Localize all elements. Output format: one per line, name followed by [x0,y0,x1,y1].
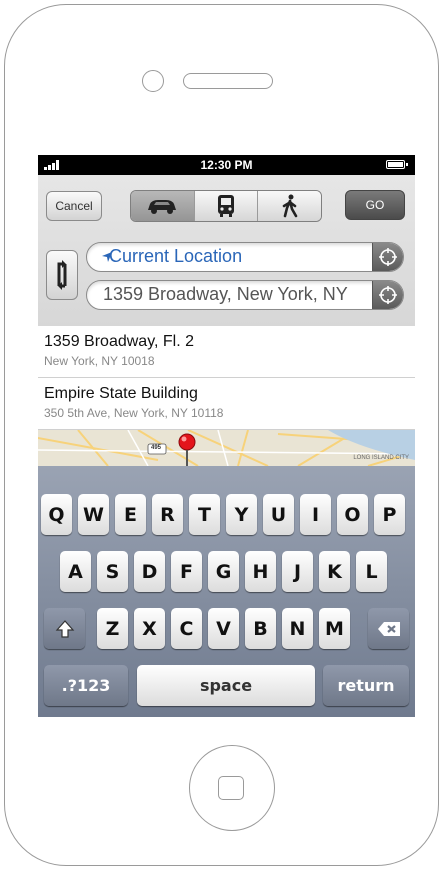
key-f[interactable]: F [171,551,202,592]
map-view[interactable]: 495 LONG ISLAND CITY [38,430,415,466]
status-bar: 12:30 PM [38,155,415,175]
screen: 12:30 PM Cancel GO Current Location 1359… [38,155,415,717]
cancel-button[interactable]: Cancel [46,191,102,221]
key-d[interactable]: D [134,551,165,592]
walk-icon [282,194,297,218]
return-key[interactable]: return [323,665,409,706]
suggestion-title: 1359 Broadway, Fl. 2 [44,333,195,350]
key-j[interactable]: J [282,551,313,592]
start-locate-button[interactable] [372,243,403,271]
map-label: LONG ISLAND CITY [353,455,409,461]
highway-shield: 495 [151,445,162,451]
transport-mode-selector [130,190,322,222]
start-location-field[interactable]: Current Location [86,242,404,272]
end-location-text: 1359 Broadway, New York, NY [103,284,348,304]
go-button[interactable]: GO [345,190,405,220]
crosshair-icon [379,286,397,304]
battery-icon [386,160,408,169]
start-location-text: Current Location [109,246,243,266]
key-e[interactable]: E [115,494,146,535]
key-s[interactable]: S [97,551,128,592]
key-p[interactable]: P [374,494,405,535]
bus-mode-button[interactable] [194,191,259,221]
delete-key[interactable] [368,608,409,649]
route-panel: Cancel GO Current Location 1359 Broadway… [38,175,415,327]
key-u[interactable]: U [263,494,294,535]
key-z[interactable]: Z [97,608,128,649]
swap-icon [57,260,67,290]
suggestion-title: Empire State Building [44,385,198,402]
key-m[interactable]: M [319,608,350,649]
key-a[interactable]: A [60,551,91,592]
speaker [183,73,273,89]
key-r[interactable]: R [152,494,183,535]
shift-key[interactable] [44,608,85,649]
backspace-icon [377,621,400,636]
key-o[interactable]: O [337,494,368,535]
key-k[interactable]: K [319,551,350,592]
camera [142,70,164,92]
key-h[interactable]: H [245,551,276,592]
status-time: 12:30 PM [200,158,253,172]
home-square-icon [218,776,244,800]
key-g[interactable]: G [208,551,239,592]
walk-mode-button[interactable] [258,191,321,221]
key-c[interactable]: C [171,608,202,649]
map-pin-icon[interactable] [177,432,197,466]
bus-icon [218,195,234,217]
key-l[interactable]: L [356,551,387,592]
key-q[interactable]: Q [41,494,72,535]
key-t[interactable]: T [189,494,220,535]
end-locate-button[interactable] [372,281,403,309]
key-w[interactable]: W [78,494,109,535]
key-y[interactable]: Y [226,494,257,535]
suggestion-item[interactable]: Empire State Building 350 5th Ave, New Y… [38,378,415,430]
keyboard: Q W E R T Y U I O P A S D F G H J K L Z … [38,466,415,717]
shift-icon [55,619,74,638]
key-x[interactable]: X [134,608,165,649]
space-key[interactable]: space [137,665,315,706]
car-icon [148,200,177,214]
numbers-key[interactable]: .?123 [44,665,128,706]
key-v[interactable]: V [208,608,239,649]
key-i[interactable]: I [300,494,331,535]
suggestion-subtitle: 350 5th Ave, New York, NY 10118 [44,406,224,420]
key-n[interactable]: N [282,608,313,649]
key-b[interactable]: B [245,608,276,649]
crosshair-icon [379,248,397,266]
swap-route-button[interactable] [46,250,78,300]
suggestion-item[interactable]: 1359 Broadway, Fl. 2 New York, NY 10018 [38,326,415,378]
end-location-field[interactable]: 1359 Broadway, New York, NY [86,280,404,310]
car-mode-button[interactable] [131,191,195,221]
suggestion-subtitle: New York, NY 10018 [44,354,155,368]
